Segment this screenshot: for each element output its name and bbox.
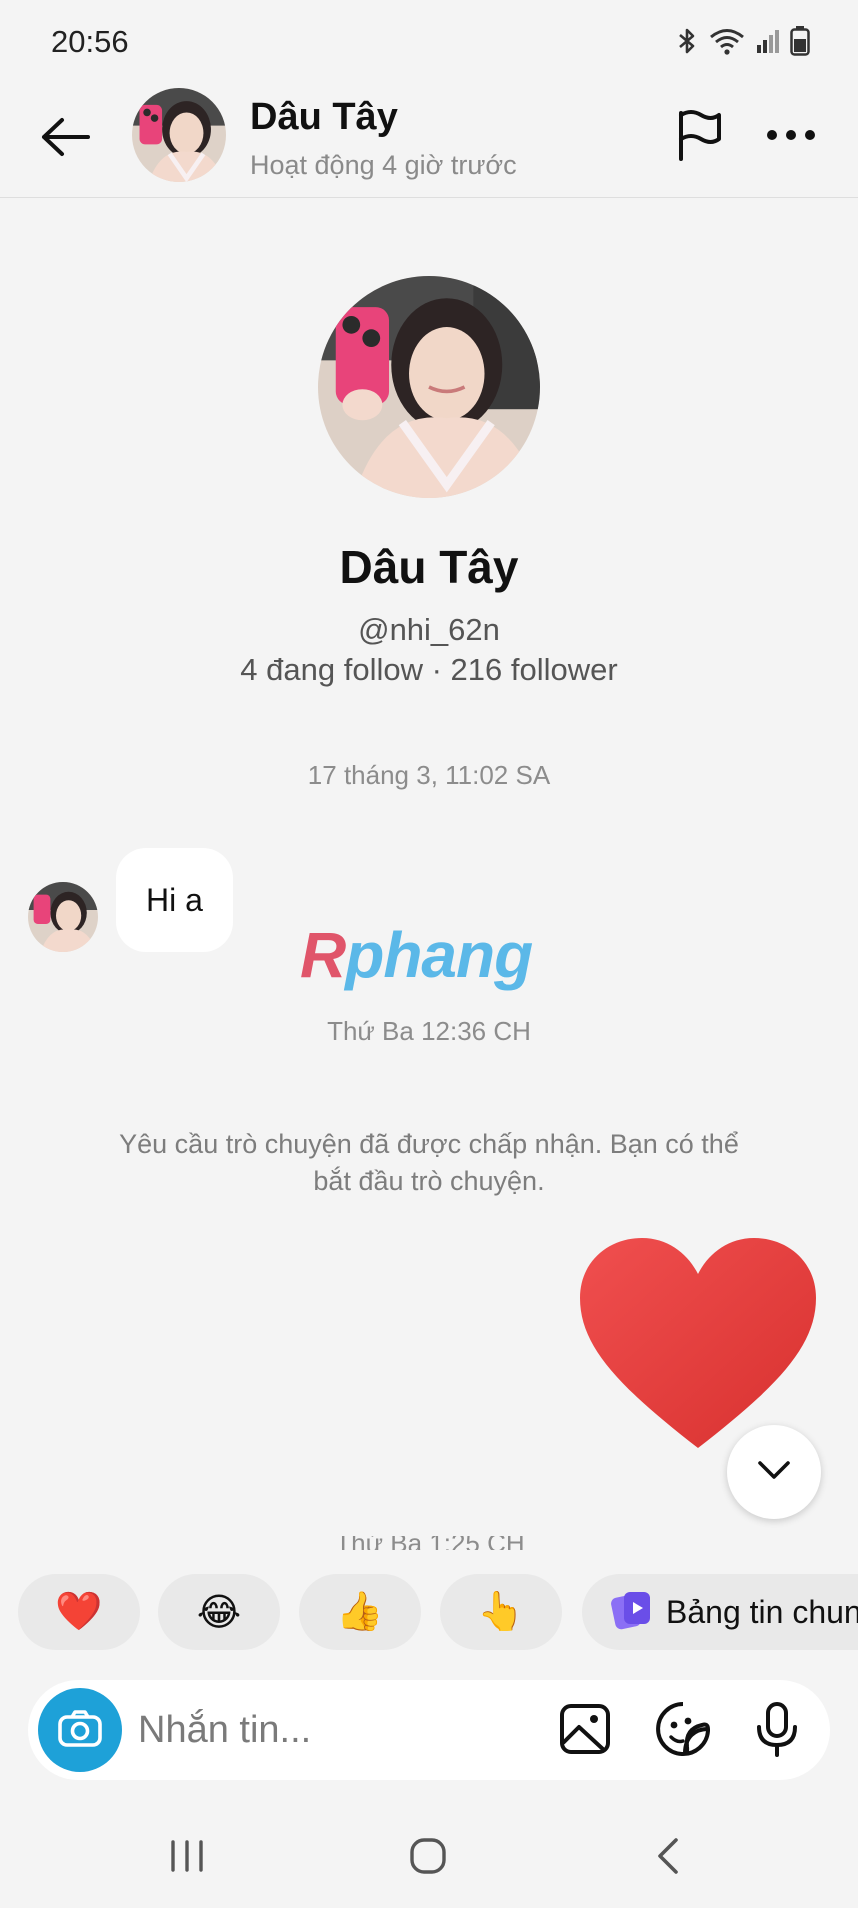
watermark-first-letter: R [300,919,346,991]
system-back-button[interactable] [638,1830,698,1886]
chevron-left-icon [654,1836,682,1881]
more-options-button[interactable] [764,110,818,164]
gallery-icon [559,1703,611,1760]
back-button[interactable] [38,112,92,166]
signal-icon [756,28,780,59]
quick-reaction-thumbs-up[interactable]: 👍 [299,1574,421,1650]
header-avatar[interactable] [132,88,226,182]
recent-apps-icon [167,1838,207,1879]
voice-message-button[interactable] [748,1701,806,1762]
camera-icon [58,1709,102,1752]
quick-reaction-laugh[interactable]: 😂 [158,1574,280,1650]
incoming-message-bubble[interactable]: Hi a [116,848,233,952]
home-button[interactable] [398,1830,458,1886]
battery-icon [790,26,810,61]
shared-story-button[interactable]: Bảng tin chung [582,1574,858,1650]
sticker-button[interactable] [654,1701,712,1762]
timestamp-3-partial: Thứ Ba 1:25 CH [300,1536,560,1550]
shared-story-label: Bảng tin chung [666,1593,858,1630]
bluetooth-icon [676,27,698,60]
gallery-button[interactable] [556,1702,614,1760]
status-time: 20:56 [51,24,129,59]
chat-header: Dâu Tây Hoạt động 4 giờ trước [0,84,858,198]
sent-heart-sticker[interactable] [578,1236,818,1452]
camera-button[interactable] [38,1688,122,1772]
message-composer [28,1680,830,1780]
profile-avatar[interactable] [318,276,540,498]
flag-icon [675,109,723,166]
quick-reactions-row: ❤️ 😂 👍 👆 Bảng tin chung [0,1574,858,1650]
system-navigation-bar [0,1808,858,1908]
status-bar: 20:56 [0,0,858,84]
more-icon [766,128,816,146]
watermark-logo: Rphang [300,918,533,992]
timestamp-2: Thứ Ba 12:36 CH [327,1016,531,1046]
quick-reaction-heart[interactable]: ❤️ [18,1574,140,1650]
header-contact-name[interactable]: Dâu Tây [250,96,398,139]
watermark-rest: phang [345,919,533,991]
message-input[interactable] [138,1700,558,1760]
home-icon [408,1836,448,1881]
quick-reaction-point-up[interactable]: 👆 [440,1574,562,1650]
back-arrow-icon [40,117,90,162]
profile-name: Dâu Tây [339,541,519,593]
message-sender-avatar[interactable] [28,882,98,952]
story-icon [610,1588,654,1637]
status-icons [676,26,810,61]
request-accepted-note: Yêu cầu trò chuyện đã được chấp nhận. Bạ… [119,1129,739,1196]
timestamp-1: 17 tháng 3, 11:02 SA [307,760,551,790]
header-activity-status: Hoạt động 4 giờ trước [250,150,517,180]
report-flag-button[interactable] [672,109,726,166]
chevron-down-icon [757,1460,791,1485]
sticker-icon [655,1701,711,1762]
profile-handle: @nhi_62n [358,612,500,647]
microphone-icon [755,1701,799,1762]
wifi-icon [708,27,746,60]
scroll-to-bottom-button[interactable] [727,1425,821,1519]
recent-apps-button[interactable] [157,1830,217,1886]
profile-stats: 4 đang follow · 216 follower [240,652,618,687]
